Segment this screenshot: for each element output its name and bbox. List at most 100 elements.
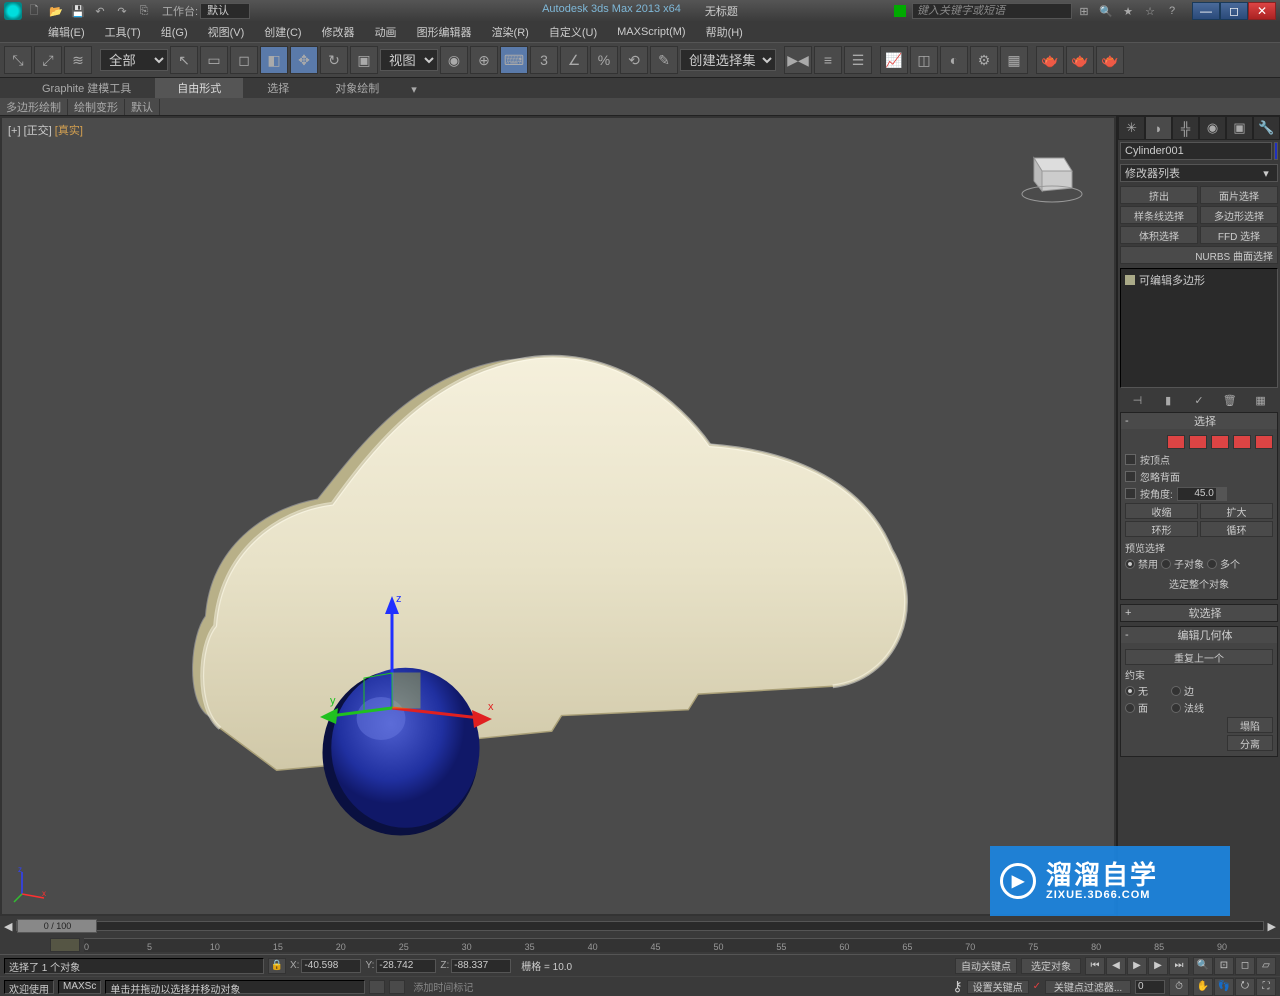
time-slider-handle[interactable]: 0 / 100: [17, 919, 97, 933]
zoom-all-icon[interactable]: ⊡: [1214, 957, 1234, 975]
layers-icon[interactable]: ☰: [844, 46, 872, 74]
open-icon[interactable]: 📂: [46, 2, 66, 20]
next-frame-icon[interactable]: ▶: [1268, 920, 1276, 933]
scale-tool-icon[interactable]: ▣: [350, 46, 378, 74]
motion-tab-icon[interactable]: ◉: [1199, 116, 1226, 140]
hierarchy-tab-icon[interactable]: ╬: [1172, 116, 1199, 140]
constraint-normal-radio[interactable]: [1171, 703, 1181, 713]
ribbon-expand-icon[interactable]: ▾: [403, 81, 425, 98]
search-icon[interactable]: 🔍: [1096, 2, 1116, 20]
goto-end-icon[interactable]: ⏭: [1169, 957, 1189, 975]
unique-icon[interactable]: ✓: [1190, 391, 1208, 409]
sel-lock-icon[interactable]: [389, 980, 405, 994]
preview-multi-radio[interactable]: [1207, 559, 1217, 569]
menu-maxscript[interactable]: MAXScript(M): [607, 26, 695, 38]
rollout-editgeom-header[interactable]: -编辑几何体: [1121, 627, 1277, 643]
display-tab-icon[interactable]: ▣: [1226, 116, 1253, 140]
prev-key-icon[interactable]: ◀: [1106, 957, 1126, 975]
preview-subobj-radio[interactable]: [1161, 559, 1171, 569]
select-tool-icon[interactable]: ↖: [170, 46, 198, 74]
render-iter-icon[interactable]: 🫖: [1066, 46, 1094, 74]
fov-icon[interactable]: ▱: [1256, 957, 1276, 975]
minimize-button[interactable]: —: [1192, 2, 1220, 20]
stack-expand-icon[interactable]: [1125, 275, 1135, 285]
create-tab-icon[interactable]: ✳: [1118, 116, 1145, 140]
element-icon[interactable]: [1255, 435, 1273, 449]
setkey-button[interactable]: 设置关键点: [967, 980, 1029, 994]
snap-3d-icon[interactable]: 3: [530, 46, 558, 74]
spinner-snap-icon[interactable]: ⟲: [620, 46, 648, 74]
rotate-tool-icon[interactable]: ↻: [320, 46, 348, 74]
manipulate-icon[interactable]: ⊕: [470, 46, 498, 74]
link-tool-icon[interactable]: ⤡: [4, 46, 32, 74]
remove-mod-icon[interactable]: 🗑: [1221, 391, 1239, 409]
close-button[interactable]: ✕: [1248, 2, 1276, 20]
search-input[interactable]: 键入关键字或短语: [912, 3, 1072, 19]
workspace-selector[interactable]: 默认: [200, 3, 250, 19]
object-color-swatch[interactable]: [1274, 142, 1278, 160]
redo-icon[interactable]: ↷: [112, 2, 132, 20]
play-icon[interactable]: [894, 5, 906, 17]
unlink-tool-icon[interactable]: ⤢: [34, 46, 62, 74]
menu-modifiers[interactable]: 修改器: [312, 24, 365, 40]
curve-editor-icon[interactable]: 📈: [880, 46, 908, 74]
ignore-backfacing-checkbox[interactable]: [1125, 471, 1136, 482]
menu-animation[interactable]: 动画: [365, 24, 407, 40]
detach-button[interactable]: 分离: [1227, 735, 1273, 751]
object-name-input[interactable]: [1120, 142, 1272, 160]
menu-grapheditors[interactable]: 图形编辑器: [407, 24, 482, 40]
viewport[interactable]: [+] [正交] [真实]: [0, 116, 1116, 916]
named-selection-set[interactable]: 创建选择集: [680, 49, 776, 71]
angle-snap-icon[interactable]: ∠: [560, 46, 588, 74]
bind-tool-icon[interactable]: ≋: [64, 46, 92, 74]
angle-spinner[interactable]: 45.0: [1177, 487, 1227, 501]
repeat-last-button[interactable]: 重复上一个: [1125, 649, 1273, 665]
align-icon[interactable]: ≡: [814, 46, 842, 74]
selected-button[interactable]: 选定对象: [1021, 958, 1081, 974]
collapse-button[interactable]: 塌陷: [1227, 717, 1273, 733]
ribbon-tab-objectpaint[interactable]: 对象绘制: [313, 78, 401, 98]
ribbon-tab-freeform[interactable]: 自由形式: [155, 78, 243, 98]
time-config-icon[interactable]: ⏱: [1169, 978, 1189, 996]
polygon-icon[interactable]: [1233, 435, 1251, 449]
app-icon[interactable]: [4, 2, 22, 20]
vertex-icon[interactable]: [1167, 435, 1185, 449]
key-mode-icon[interactable]: ✓: [1033, 981, 1041, 992]
pan-icon[interactable]: ✋: [1193, 978, 1213, 996]
render-setup-icon[interactable]: ⚙: [970, 46, 998, 74]
move-gizmo[interactable]: z y x: [312, 578, 512, 778]
menu-rendering[interactable]: 渲染(R): [482, 24, 539, 40]
max-toggle-icon[interactable]: ⛶: [1256, 978, 1276, 996]
mod-extrude[interactable]: 挤出: [1120, 186, 1198, 204]
material-editor-icon[interactable]: ◐: [940, 46, 968, 74]
render-prod-icon[interactable]: 🫖: [1036, 46, 1064, 74]
prev-frame-icon[interactable]: ◀: [4, 920, 12, 933]
percent-snap-icon[interactable]: %: [590, 46, 618, 74]
sub-tab-defaults[interactable]: 默认: [125, 99, 160, 115]
save-icon[interactable]: 💾: [68, 2, 88, 20]
render-active-icon[interactable]: 🫖: [1096, 46, 1124, 74]
sub-tab-paintdeform[interactable]: 绘制变形: [68, 99, 125, 115]
sub-tab-polydraw[interactable]: 多边形绘制: [0, 99, 68, 115]
configure-icon[interactable]: ▦: [1252, 391, 1270, 409]
timeline-ruler[interactable]: 051015202530354045505560657075808590: [0, 936, 1280, 954]
shrink-button[interactable]: 收缩: [1125, 503, 1198, 519]
current-frame-input[interactable]: 0: [1135, 980, 1165, 994]
vp-plus[interactable]: [+]: [8, 125, 21, 137]
next-key-icon[interactable]: ▶: [1148, 957, 1168, 975]
viewport-label[interactable]: [+] [正交] [真实]: [8, 122, 83, 138]
play-icon[interactable]: ▶: [1127, 957, 1147, 975]
schematic-icon[interactable]: ◫: [910, 46, 938, 74]
keyfilters-button[interactable]: 关键点过滤器...: [1045, 980, 1131, 994]
reference-coord[interactable]: 视图: [380, 49, 438, 71]
window-crossing-icon[interactable]: ◧: [260, 46, 288, 74]
lock-icon[interactable]: 🔒: [268, 958, 286, 974]
z-coord-input[interactable]: -88.337: [451, 959, 511, 973]
constraint-face-radio[interactable]: [1125, 703, 1135, 713]
menu-create[interactable]: 创建(C): [254, 24, 311, 40]
infocenter-icon[interactable]: ⊞: [1074, 2, 1094, 20]
zoom-extents-icon[interactable]: ◻: [1235, 957, 1255, 975]
ribbon-tab-graphite[interactable]: Graphite 建模工具: [20, 78, 153, 98]
select-rect-icon[interactable]: ◻: [230, 46, 258, 74]
edge-icon[interactable]: [1189, 435, 1207, 449]
